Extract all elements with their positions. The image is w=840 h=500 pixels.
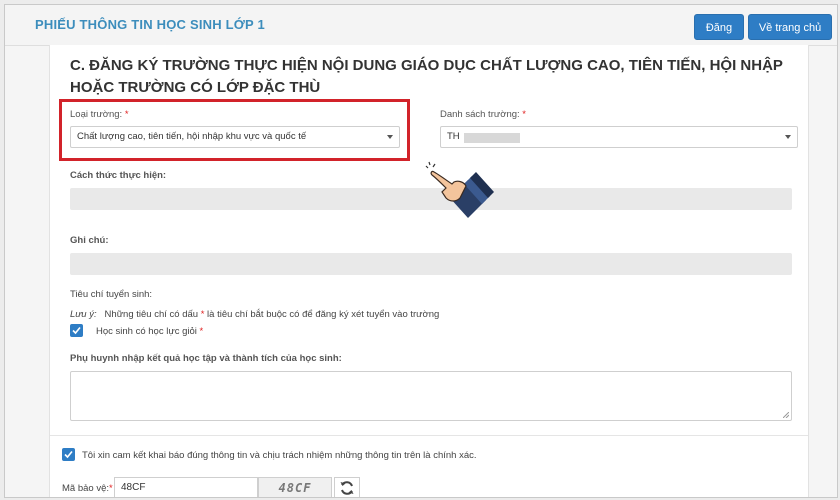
divider [50,435,808,436]
register-button[interactable]: Đăng ký [694,14,744,60]
parent-input-label: Phụ huynh nhập kết quả học tập và thành … [70,353,342,364]
note-prefix: Lưu ý: [70,309,97,320]
top-bar: PHIẾU THÔNG TIN HỌC SINH LỚP 1 Đăng ký V… [5,5,837,60]
required-mark: * [200,309,205,320]
note-text-2: là tiêu chí bắt buộc có để đăng ký xét t… [207,309,440,320]
home-button[interactable]: Về trang chủ [748,14,832,40]
section-title: C. ĐĂNG KÝ TRƯỜNG THỰC HIỆN NỘI DUNG GIÁ… [70,57,783,96]
good-student-label: Học sinh có học lực giỏi * [96,326,203,337]
commitment-checkbox[interactable] [62,448,75,461]
required-mark: * [109,483,113,494]
school-list-label-text: Danh sách trường: [440,109,520,120]
commitment-text: Tôi xin cam kết khai báo đúng thông tin … [82,450,477,461]
form-panel: C. ĐĂNG KÝ TRƯỜNG THỰC HIỆN NỘI DUNG GIÁ… [49,45,809,497]
refresh-icon [340,481,354,495]
method-label: Cách thức thực hiện: [70,170,167,181]
captcha-image: 48CF [258,477,332,497]
page-title: PHIẾU THÔNG TIN HỌC SINH LỚP 1 [35,17,265,32]
note-text-1: Những tiêu chí có dấu [104,309,199,320]
resize-grip-icon[interactable] [783,412,789,418]
required-mark: * [522,109,526,120]
parent-input-textarea[interactable] [70,371,792,421]
highlight-box [59,99,410,161]
school-list-label: Danh sách trường: * [440,109,526,120]
note-field [70,253,792,275]
browser-frame: PHIẾU THÔNG TIN HỌC SINH LỚP 1 Đăng ký V… [4,4,838,498]
good-student-label-text: Học sinh có học lực giỏi [96,326,197,337]
school-list-value: TH [447,131,460,142]
school-list-select[interactable]: TH [440,126,798,148]
criteria-label: Tiêu chí tuyển sinh: [70,289,153,300]
check-icon [64,450,73,459]
pointing-hand-icon [425,161,494,218]
note-label: Ghi chú: [70,235,109,246]
captcha-label-text: Mã bảo vệ: [62,483,109,494]
refresh-captcha-button[interactable] [334,477,360,497]
check-icon [72,326,81,335]
good-student-checkbox[interactable] [70,324,83,337]
criteria-note: Lưu ý: Những tiêu chí có dấu * là tiêu c… [70,309,439,320]
captcha-label: Mã bảo vệ:* [62,483,113,494]
blurred-school-name [464,133,520,143]
captcha-input[interactable]: 48CF [114,477,258,497]
required-mark: * [199,326,204,337]
chevron-down-icon [785,135,791,139]
